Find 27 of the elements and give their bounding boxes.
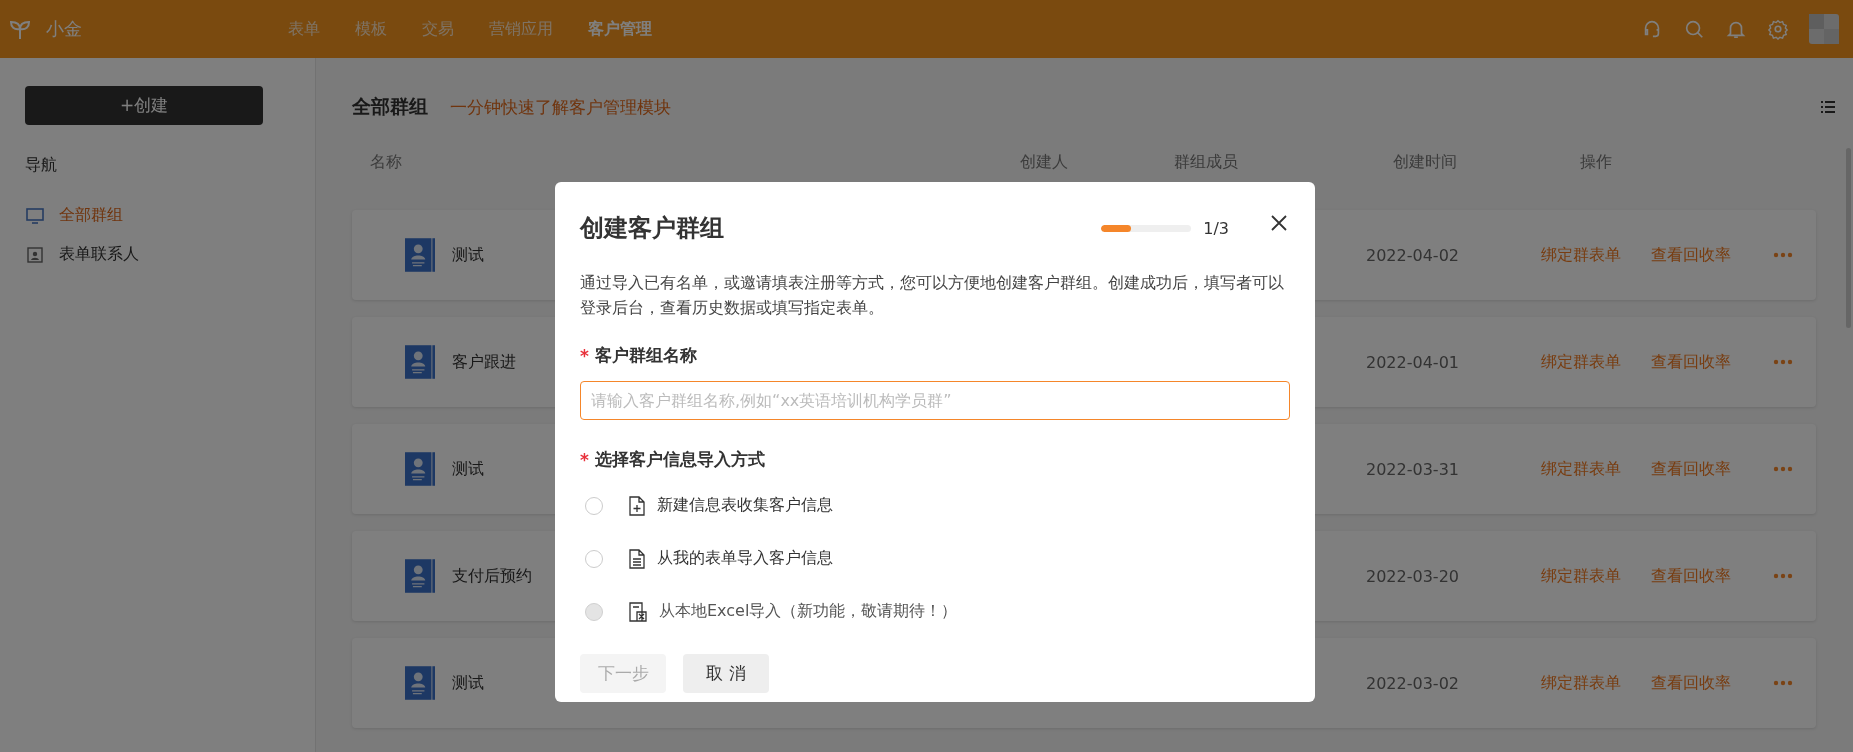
required-mark: * bbox=[580, 449, 589, 470]
dialog-title: 创建客户群组 bbox=[580, 213, 725, 244]
group-name: 测试 bbox=[452, 672, 484, 694]
column-header: 创建人 bbox=[1020, 152, 1068, 173]
column-header: 群组成员 bbox=[1174, 152, 1238, 173]
group-name: 支付后预约 bbox=[452, 565, 532, 587]
nav-heading: 导航 bbox=[25, 155, 58, 176]
group-name: 测试 bbox=[452, 458, 484, 480]
field-label: 选择客户信息导入方式 bbox=[594, 448, 765, 471]
column-header: 操作 bbox=[1580, 152, 1612, 173]
dialog-description: 通过导入已有名单，或邀请填表注册等方式，您可以方便地创建客户群组。创建成功后，填写者可以登录后台，查看历史数据或填写指定表单。 bbox=[580, 272, 1285, 319]
group-name: 测试 bbox=[452, 244, 484, 266]
created-date: 2022-03-02 bbox=[1366, 673, 1459, 693]
option-label: 从我的表单导入客户信息 bbox=[657, 548, 833, 569]
created-date: 2022-03-20 bbox=[1366, 566, 1459, 586]
created-date: 2022-04-02 bbox=[1366, 245, 1459, 265]
field-label: 客户群组名称 bbox=[594, 344, 697, 367]
column-header: 创建时间 bbox=[1393, 152, 1457, 173]
page-title: 全部群组 bbox=[352, 94, 428, 119]
required-mark: * bbox=[580, 345, 589, 366]
created-date: 2022-04-01 bbox=[1366, 352, 1459, 372]
option-label: 从本地Excel导入（新功能，敬请期待！） bbox=[659, 601, 958, 622]
step-counter: 1/3 bbox=[1203, 218, 1229, 238]
group-name: 客户跟进 bbox=[452, 351, 516, 373]
option-label: 新建信息表收集客户信息 bbox=[657, 495, 833, 516]
column-header: 名称 bbox=[370, 152, 402, 173]
created-date: 2022-03-31 bbox=[1366, 459, 1459, 479]
